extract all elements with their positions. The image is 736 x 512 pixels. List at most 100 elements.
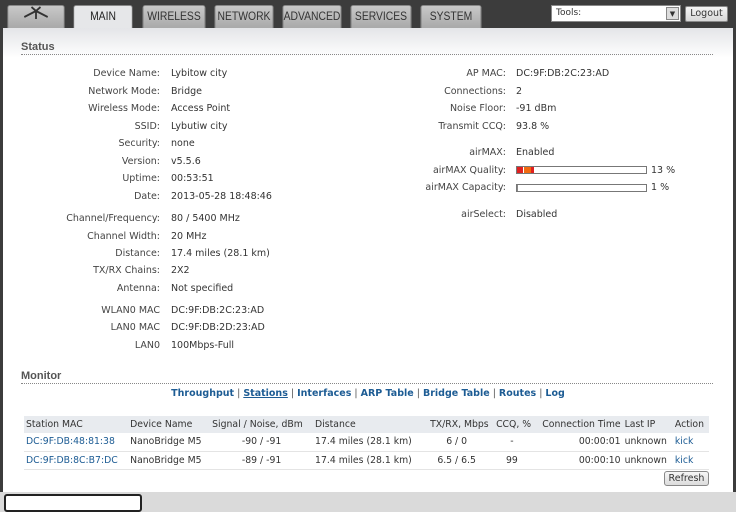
status-label: Channel Width: — [87, 231, 160, 242]
table-cell: 6 / 0 — [422, 433, 491, 452]
link-separator: | — [413, 388, 423, 399]
status-value: Disabled — [516, 209, 558, 220]
status-value: 2013-05-28 18:48:46 — [171, 191, 272, 202]
status-value: 00:53:51 — [171, 173, 214, 184]
status-label: airMAX: — [469, 147, 506, 158]
table-row: DC:9F:DB:8C:B7:DC NanoBridge M5 -89 / -91 1… — [24, 451, 709, 470]
status-value: v5.5.6 — [171, 156, 201, 167]
stations-table: Station MAC Device Name Signal / Noise, dB… — [24, 416, 709, 470]
status-value: 93.8 % — [516, 121, 550, 132]
status-value: 2 — [516, 86, 523, 97]
airmax-quality-bar — [516, 166, 647, 174]
column-header[interactable]: Signal / Noise, dBm — [210, 416, 314, 433]
tab-services[interactable]: SERVICES — [350, 5, 412, 28]
monitor-link-routes[interactable]: Routes — [499, 388, 536, 399]
table-row: DC:9F:DB:48:81:38 NanoBridge M5 -90 / -91 1… — [24, 433, 709, 452]
status-label: Date: — [134, 191, 160, 202]
status-label: Connections: — [444, 86, 506, 97]
monitor-link-bridge-table[interactable]: Bridge Table — [423, 388, 490, 399]
status-heading: Status — [21, 41, 713, 55]
link-separator: | — [351, 388, 361, 399]
column-header[interactable]: CCQ, % — [490, 416, 534, 433]
status-label: Channel/Frequency: — [66, 213, 160, 224]
table-cell: - — [490, 433, 534, 452]
table-cell: 00:00:01 — [533, 433, 623, 452]
column-header[interactable]: TX/RX, Mbps — [422, 416, 491, 433]
table-cell: NanoBridge M5 — [128, 451, 211, 470]
table-cell: 00:00:10 — [533, 451, 623, 470]
status-label: Wireless Mode: — [88, 103, 160, 114]
monitor-link-stations[interactable]: Stations — [243, 388, 288, 399]
refresh-button[interactable]: Refresh — [664, 471, 709, 486]
monitor-link-arp-table[interactable]: ARP Table — [361, 388, 414, 399]
ubiquiti-logo-tab[interactable] — [7, 5, 65, 28]
status-value: Lybitow city — [171, 68, 228, 79]
tools-select[interactable]: Tools: ▼ — [551, 5, 681, 22]
tab-network[interactable]: NETWORK — [214, 5, 274, 28]
airmax-capacity-bar — [516, 184, 647, 192]
status-label: LAN0 MAC — [110, 322, 160, 333]
status-label: Transmit CCQ: — [438, 121, 506, 132]
status-label: Distance: — [115, 248, 160, 259]
logout-button[interactable]: Logout — [685, 6, 728, 22]
status-value: 100Mbps-Full — [171, 340, 235, 351]
kick-link[interactable]: kick — [672, 433, 709, 452]
status-value: 1 % — [651, 182, 670, 193]
column-header[interactable]: Connection Time — [533, 416, 623, 433]
column-header[interactable]: Distance — [313, 416, 423, 433]
table-cell: unknown — [622, 433, 673, 452]
status-label: SSID: — [134, 121, 160, 132]
status-value: 2X2 — [171, 265, 190, 276]
tab-advanced[interactable]: ADVANCED — [282, 5, 342, 28]
status-label: airMAX Quality: — [432, 165, 506, 176]
table-cell: 6.5 / 6.5 — [422, 451, 491, 470]
kick-link[interactable]: kick — [672, 451, 709, 470]
column-header[interactable]: Station MAC — [24, 416, 129, 433]
table-cell: unknown — [622, 451, 673, 470]
monitor-heading: Monitor — [21, 370, 713, 384]
column-header[interactable]: Last IP — [622, 416, 673, 433]
tab-wireless[interactable]: WIRELESS — [142, 5, 206, 28]
status-value: Not specified — [171, 283, 234, 294]
chevron-down-icon: ▼ — [666, 7, 679, 20]
monitor-links: Throughput | Stations | Interfaces | ARP… — [0, 388, 736, 399]
station-mac-link[interactable]: DC:9F:DB:8C:B7:DC — [24, 451, 129, 470]
monitor-link-interfaces[interactable]: Interfaces — [297, 388, 351, 399]
column-header[interactable]: Action — [672, 416, 709, 433]
monitor-link-log[interactable]: Log — [545, 388, 564, 399]
footer-badge — [4, 494, 142, 512]
status-label: Security: — [118, 138, 160, 149]
table-cell: 99 — [490, 451, 534, 470]
table-cell: 17.4 miles (28.1 km) — [313, 451, 423, 470]
status-label: airMAX Capacity: — [425, 182, 506, 193]
table-cell: -89 / -91 — [210, 451, 314, 470]
link-separator: | — [287, 388, 298, 399]
status-label: Network Mode: — [88, 86, 160, 97]
link-separator: | — [489, 388, 499, 399]
status-label: Noise Floor: — [449, 103, 506, 114]
status-value: Lybutiw city — [171, 121, 228, 132]
status-value: DC:9F:DB:2C:23:AD — [516, 68, 610, 79]
tab-system[interactable]: SYSTEM — [420, 5, 482, 28]
link-separator: | — [234, 388, 244, 399]
status-value: DC:9F:DB:2C:23:AD — [171, 305, 265, 316]
status-label: Antenna: — [116, 283, 160, 294]
status-value: 20 MHz — [171, 231, 207, 242]
monitor-link-throughput[interactable]: Throughput — [171, 388, 234, 399]
status-value: 80 / 5400 MHz — [171, 213, 240, 224]
table-cell: 17.4 miles (28.1 km) — [313, 433, 423, 452]
table-cell: NanoBridge M5 — [128, 433, 211, 452]
status-value: DC:9F:DB:2D:23:AD — [171, 322, 265, 333]
status-value: none — [171, 138, 195, 149]
tab-main[interactable]: MAIN — [73, 5, 133, 29]
status-value: Bridge — [171, 86, 202, 97]
status-label: WLAN0 MAC — [101, 305, 160, 316]
status-label: Uptime: — [122, 173, 160, 184]
status-label: AP MAC: — [466, 68, 506, 79]
status-label: airSelect: — [461, 209, 506, 220]
status-label: TX/RX Chains: — [93, 265, 160, 276]
column-header[interactable]: Device Name — [128, 416, 211, 433]
status-label: Version: — [121, 156, 160, 167]
status-value: 13 % — [651, 165, 676, 176]
station-mac-link[interactable]: DC:9F:DB:48:81:38 — [24, 433, 129, 452]
